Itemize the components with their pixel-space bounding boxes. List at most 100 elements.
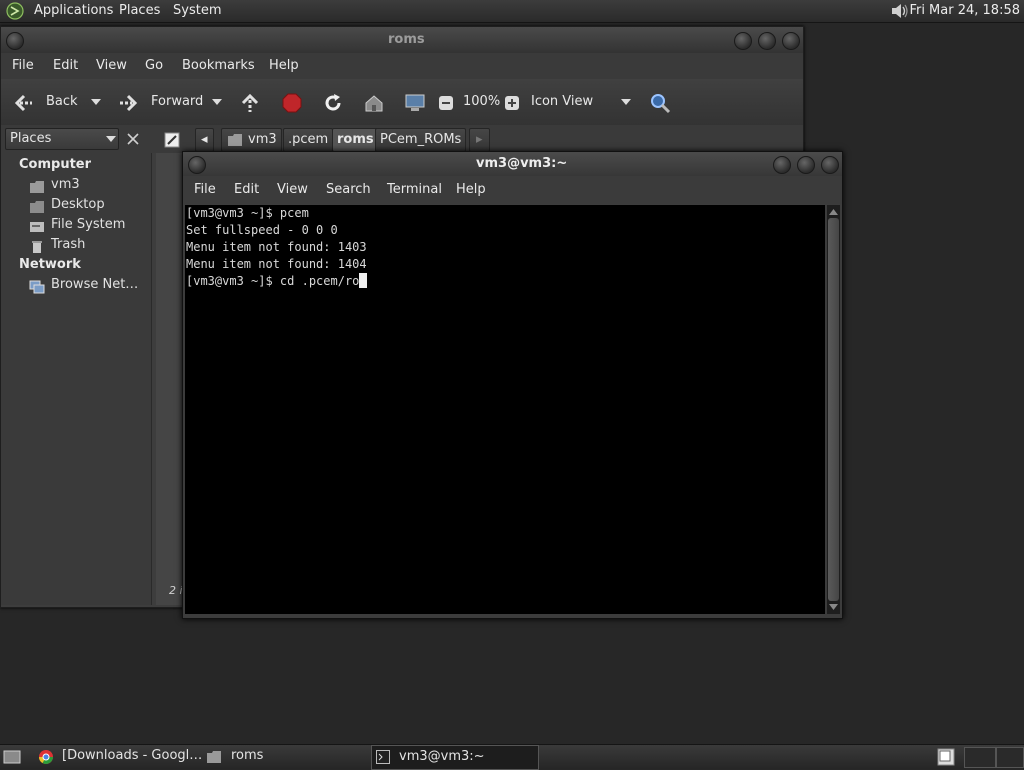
clock[interactable]: Fri Mar 24, 18:58	[909, 0, 1020, 21]
window-title: vm3@vm3:~	[476, 156, 568, 171]
places-dropdown[interactable]: Places	[5, 128, 119, 150]
places-menu[interactable]: Places	[119, 0, 160, 22]
sidebar-item-trash[interactable]: Trash	[51, 237, 85, 252]
minimize-button[interactable]	[773, 156, 791, 174]
menu-view[interactable]: View	[96, 53, 127, 79]
system-menu[interactable]: System	[173, 0, 221, 22]
breadcrumb-pcem[interactable]: .pcem	[283, 128, 334, 152]
terminal-screen[interactable]: [vm3@vm3 ~]$ pcem Set fullspeed - 0 0 0 …	[185, 205, 825, 614]
computer-icon[interactable]	[404, 92, 426, 114]
back-button[interactable]: Back	[46, 79, 78, 125]
breadcrumb-pcem-roms[interactable]: PCem_ROMs	[375, 128, 467, 152]
close-button[interactable]	[782, 32, 800, 50]
breadcrumb-left-arrow[interactable]: ◂	[195, 128, 214, 152]
terminal-current-input: [vm3@vm3 ~]$ cd .pcem/ro	[186, 274, 360, 288]
menu-search[interactable]: Search	[326, 176, 371, 204]
window-menu-icon[interactable]	[188, 156, 206, 174]
terminal-line: Menu item not found: 1403	[186, 240, 367, 254]
close-sidebar-icon[interactable]	[126, 132, 140, 146]
maximize-button[interactable]	[797, 156, 815, 174]
menu-help[interactable]: Help	[269, 53, 299, 79]
file-manager-toolbar: Back Forward 100% Icon View	[1, 79, 803, 126]
show-desktop-icon[interactable]	[3, 749, 21, 765]
sidebar-item-vm3[interactable]: vm3	[51, 177, 80, 192]
menu-help[interactable]: Help	[456, 176, 486, 204]
up-arrow-icon[interactable]	[239, 92, 261, 114]
close-button[interactable]	[821, 156, 839, 174]
status-text: 2 i	[169, 584, 183, 597]
folder-icon	[207, 751, 221, 763]
places-dropdown-label: Places	[10, 131, 52, 146]
terminal-window: vm3@vm3:~ File Edit View Search Terminal…	[182, 151, 843, 619]
menu-edit[interactable]: Edit	[234, 176, 259, 204]
home-folder-icon	[228, 134, 242, 146]
file-manager-titlebar[interactable]: roms	[1, 27, 803, 53]
workspace-1[interactable]	[964, 747, 996, 768]
breadcrumb-roms[interactable]: roms	[332, 128, 379, 152]
network-icon	[29, 280, 45, 294]
zoom-out-icon[interactable]	[438, 95, 454, 111]
edit-location-icon[interactable]	[163, 131, 181, 149]
forward-arrow-icon[interactable]	[118, 92, 140, 114]
menu-bookmarks[interactable]: Bookmarks	[182, 53, 255, 79]
file-manager-menubar: File Edit View Go Bookmarks Help	[1, 53, 803, 79]
bottom-panel: [Downloads - Googl… roms vm3@vm3:~	[0, 744, 1024, 770]
view-mode-chevron-icon[interactable]	[621, 99, 631, 105]
applications-menu[interactable]: Applications	[34, 0, 113, 22]
menu-terminal[interactable]: Terminal	[387, 176, 442, 204]
sidebar-heading-network: Network	[19, 257, 81, 272]
minimize-button[interactable]	[734, 32, 752, 50]
task-terminal-label: vm3@vm3:~	[399, 749, 485, 764]
view-mode-select[interactable]: Icon View	[531, 79, 593, 125]
places-sidebar: Computer vm3 Desktop File System Trash N…	[1, 153, 152, 605]
terminal-icon	[376, 750, 390, 764]
home-folder-icon	[30, 181, 44, 193]
sidebar-heading-computer: Computer	[19, 157, 92, 172]
drive-icon	[30, 222, 44, 232]
top-panel: Applications Places System Fri Mar 24, 1…	[0, 0, 1024, 23]
menu-edit[interactable]: Edit	[53, 53, 78, 79]
window-menu-icon[interactable]	[6, 32, 24, 50]
terminal-menubar: File Edit View Search Terminal Help	[183, 176, 842, 204]
zoom-in-icon[interactable]	[504, 95, 520, 111]
breadcrumb-right-arrow[interactable]: ▸	[469, 128, 490, 152]
places-chevron-icon	[106, 136, 116, 142]
task-terminal[interactable]: vm3@vm3:~	[371, 745, 539, 770]
window-title: roms	[388, 32, 425, 47]
reload-icon[interactable]	[322, 92, 344, 114]
forward-button[interactable]: Forward	[151, 79, 203, 125]
menu-file[interactable]: File	[194, 176, 216, 204]
back-arrow-icon[interactable]	[12, 92, 34, 114]
forward-history-chevron-icon[interactable]	[212, 99, 222, 105]
terminal-scrollbar-thumb[interactable]	[828, 218, 839, 601]
terminal-line: Menu item not found: 1404	[186, 257, 367, 271]
volume-icon[interactable]	[890, 2, 910, 20]
menu-file[interactable]: File	[12, 53, 34, 79]
menu-go[interactable]: Go	[145, 53, 163, 79]
scroll-up-arrow-icon[interactable]	[828, 207, 839, 216]
workspace-switcher-icon[interactable]	[937, 748, 955, 766]
trash-icon	[32, 241, 42, 253]
sidebar-item-desktop[interactable]: Desktop	[51, 197, 105, 212]
stop-icon[interactable]	[281, 92, 303, 114]
terminal-line: Set fullspeed - 0 0 0	[186, 223, 338, 237]
terminal-line: [vm3@vm3 ~]$ pcem	[186, 206, 309, 220]
zoom-level: 100%	[463, 94, 501, 109]
task-downloads-browser[interactable]: [Downloads - Googl…	[62, 745, 202, 768]
chrome-icon	[39, 750, 53, 764]
terminal-prompt-line: [vm3@vm3 ~]$ cd .pcem/ro	[186, 273, 368, 290]
distro-logo-icon[interactable]	[6, 2, 24, 20]
maximize-button[interactable]	[758, 32, 776, 50]
sidebar-item-file-system[interactable]: File System	[51, 217, 125, 232]
menu-view[interactable]: View	[277, 176, 308, 204]
workspace-2[interactable]	[996, 747, 1024, 768]
back-history-chevron-icon[interactable]	[91, 99, 101, 105]
text-cursor	[359, 273, 368, 288]
terminal-titlebar[interactable]: vm3@vm3:~	[183, 152, 842, 176]
task-roms-folder[interactable]: roms	[231, 745, 263, 768]
desktop-folder-icon	[30, 201, 44, 213]
scroll-down-arrow-icon[interactable]	[828, 603, 839, 612]
home-icon[interactable]	[363, 92, 385, 114]
sidebar-item-browse-network[interactable]: Browse Net…	[51, 277, 138, 292]
search-icon[interactable]	[649, 92, 671, 114]
